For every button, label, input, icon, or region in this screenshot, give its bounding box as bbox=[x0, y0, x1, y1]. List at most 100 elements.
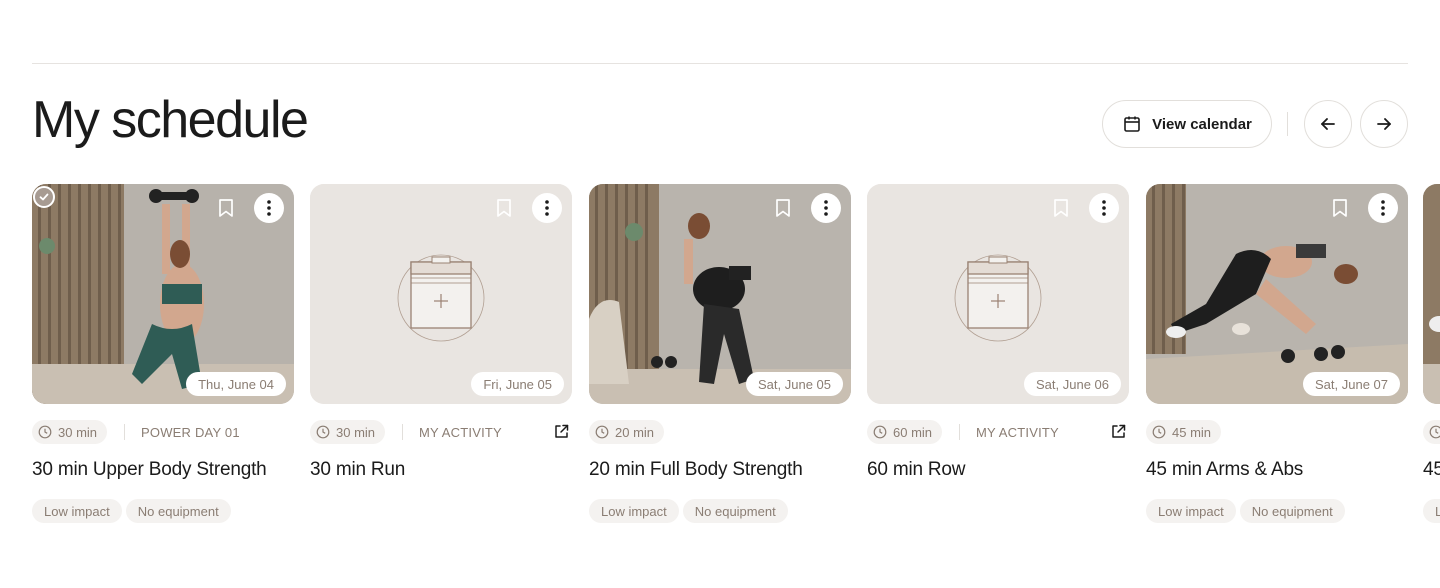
meta-divider bbox=[959, 424, 961, 440]
previous-button[interactable] bbox=[1304, 100, 1352, 148]
more-vertical-icon bbox=[545, 200, 549, 216]
view-calendar-button[interactable]: View calendar bbox=[1102, 100, 1272, 148]
duration-badge bbox=[1423, 420, 1440, 444]
workout-photo bbox=[1146, 184, 1408, 404]
arrow-right-icon bbox=[1377, 118, 1391, 130]
duration-badge: 60 min bbox=[867, 420, 943, 444]
bookmark-icon bbox=[776, 199, 790, 217]
workout-meta: 30 min MY ACTIVITY bbox=[310, 420, 572, 444]
header-divider bbox=[1287, 112, 1288, 136]
tag-chip: No equipment bbox=[682, 499, 788, 523]
workout-meta: 60 min MY ACTIVITY bbox=[867, 420, 1129, 444]
workout-title[interactable]: 30 min Run bbox=[310, 459, 405, 481]
workout-title[interactable]: 30 min Upper Body Strength bbox=[32, 459, 267, 481]
category-label: POWER DAY 01 bbox=[141, 424, 240, 440]
more-options-button[interactable] bbox=[1368, 193, 1398, 223]
clock-icon bbox=[316, 425, 330, 439]
external-link-icon[interactable] bbox=[553, 423, 570, 440]
workout-title[interactable]: 45 bbox=[1423, 459, 1440, 481]
workout-card[interactable]: Sat, June 05 20 min 20 min Full Body Str… bbox=[589, 184, 851, 523]
workout-meta bbox=[1423, 420, 1440, 444]
duration-badge: 30 min bbox=[32, 420, 108, 444]
tag-list: Low impact No equipment bbox=[1146, 499, 1345, 523]
date-badge: Sat, June 05 bbox=[746, 372, 843, 396]
date-badge: Thu, June 04 bbox=[186, 372, 286, 396]
bookmark-icon bbox=[1333, 199, 1347, 217]
tag-chip: No equipment bbox=[125, 499, 231, 523]
duration-badge: 45 min bbox=[1146, 420, 1222, 444]
more-options-button[interactable] bbox=[811, 193, 841, 223]
view-calendar-label: View calendar bbox=[1152, 115, 1252, 133]
calendar-icon bbox=[1124, 116, 1140, 132]
category-label: MY ACTIVITY bbox=[976, 424, 1059, 440]
duration-text: 30 min bbox=[58, 424, 98, 440]
date-badge: Sat, June 07 bbox=[1303, 372, 1400, 396]
tag-list: L bbox=[1423, 499, 1440, 523]
clock-icon bbox=[1152, 425, 1166, 439]
workout-card[interactable]: 45 L bbox=[1423, 184, 1440, 544]
meta-divider bbox=[124, 424, 126, 440]
meta-divider bbox=[402, 424, 404, 440]
date-badge: Sat, June 06 bbox=[1024, 372, 1121, 396]
workout-thumbnail[interactable]: Sat, June 06 bbox=[867, 184, 1129, 404]
workout-title[interactable]: 45 min Arms & Abs bbox=[1146, 459, 1303, 481]
bookmark-button[interactable] bbox=[1049, 196, 1073, 220]
bookmark-icon bbox=[219, 199, 233, 217]
workout-title[interactable]: 20 min Full Body Strength bbox=[589, 459, 803, 481]
tag-list: Low impact No equipment bbox=[589, 499, 788, 523]
clock-icon bbox=[873, 425, 887, 439]
workout-card[interactable]: Thu, June 04 30 min POWER DAY 01 30 min … bbox=[32, 184, 294, 523]
more-options-button[interactable] bbox=[254, 193, 284, 223]
more-vertical-icon bbox=[1381, 200, 1385, 216]
tag-chip: L bbox=[1423, 499, 1440, 523]
duration-text: 30 min bbox=[336, 424, 376, 440]
duration-badge: 30 min bbox=[310, 420, 386, 444]
duration-text: 60 min bbox=[893, 424, 933, 440]
workout-card[interactable]: Fri, June 05 30 min MY ACTIVITY 30 min R… bbox=[310, 184, 572, 480]
workout-photo bbox=[589, 184, 851, 404]
category-label: MY ACTIVITY bbox=[419, 424, 502, 440]
tag-list: Low impact No equipment bbox=[32, 499, 231, 523]
date-badge: Fri, June 05 bbox=[471, 372, 564, 396]
bookmark-button[interactable] bbox=[771, 196, 795, 220]
more-vertical-icon bbox=[1102, 200, 1106, 216]
tag-chip: Low impact bbox=[1146, 499, 1236, 523]
duration-badge: 20 min bbox=[589, 420, 665, 444]
workout-meta: 45 min bbox=[1146, 420, 1408, 444]
tag-chip: No equipment bbox=[1239, 499, 1345, 523]
duration-text: 20 min bbox=[615, 424, 655, 440]
more-options-button[interactable] bbox=[532, 193, 562, 223]
more-options-button[interactable] bbox=[1089, 193, 1119, 223]
clock-icon bbox=[1429, 425, 1440, 439]
workout-photo bbox=[32, 184, 294, 404]
next-button[interactable] bbox=[1360, 100, 1408, 148]
workout-meta: 30 min POWER DAY 01 bbox=[32, 420, 294, 444]
duration-text: 45 min bbox=[1172, 424, 1212, 440]
more-vertical-icon bbox=[267, 200, 271, 216]
bookmark-icon bbox=[497, 199, 511, 217]
tag-chip: Low impact bbox=[32, 499, 122, 523]
workout-meta: 20 min bbox=[589, 420, 851, 444]
workout-title[interactable]: 60 min Row bbox=[867, 459, 966, 481]
clock-icon bbox=[595, 425, 609, 439]
workout-thumbnail[interactable]: Sat, June 05 bbox=[589, 184, 851, 404]
workout-thumbnail[interactable]: Thu, June 04 bbox=[32, 184, 294, 404]
calendar-add-icon bbox=[867, 184, 1129, 404]
bookmark-button[interactable] bbox=[214, 196, 238, 220]
workout-thumbnail[interactable] bbox=[1423, 184, 1440, 404]
external-link-icon[interactable] bbox=[1110, 423, 1127, 440]
more-vertical-icon bbox=[824, 200, 828, 216]
workout-photo bbox=[1423, 184, 1440, 404]
calendar-add-icon bbox=[310, 184, 572, 404]
arrow-left-icon bbox=[1321, 118, 1335, 130]
workout-thumbnail[interactable]: Fri, June 05 bbox=[310, 184, 572, 404]
workout-thumbnail[interactable]: Sat, June 07 bbox=[1146, 184, 1408, 404]
tag-chip: Low impact bbox=[589, 499, 679, 523]
page-title: My schedule bbox=[32, 91, 309, 149]
workout-card[interactable]: Sat, June 06 60 min MY ACTIVITY 60 min R… bbox=[867, 184, 1129, 480]
bookmark-button[interactable] bbox=[492, 196, 516, 220]
bookmark-button[interactable] bbox=[1328, 196, 1352, 220]
section-divider bbox=[32, 63, 1408, 64]
bookmark-icon bbox=[1054, 199, 1068, 217]
workout-card[interactable]: Sat, June 07 45 min 45 min Arms & Abs Lo… bbox=[1146, 184, 1408, 523]
